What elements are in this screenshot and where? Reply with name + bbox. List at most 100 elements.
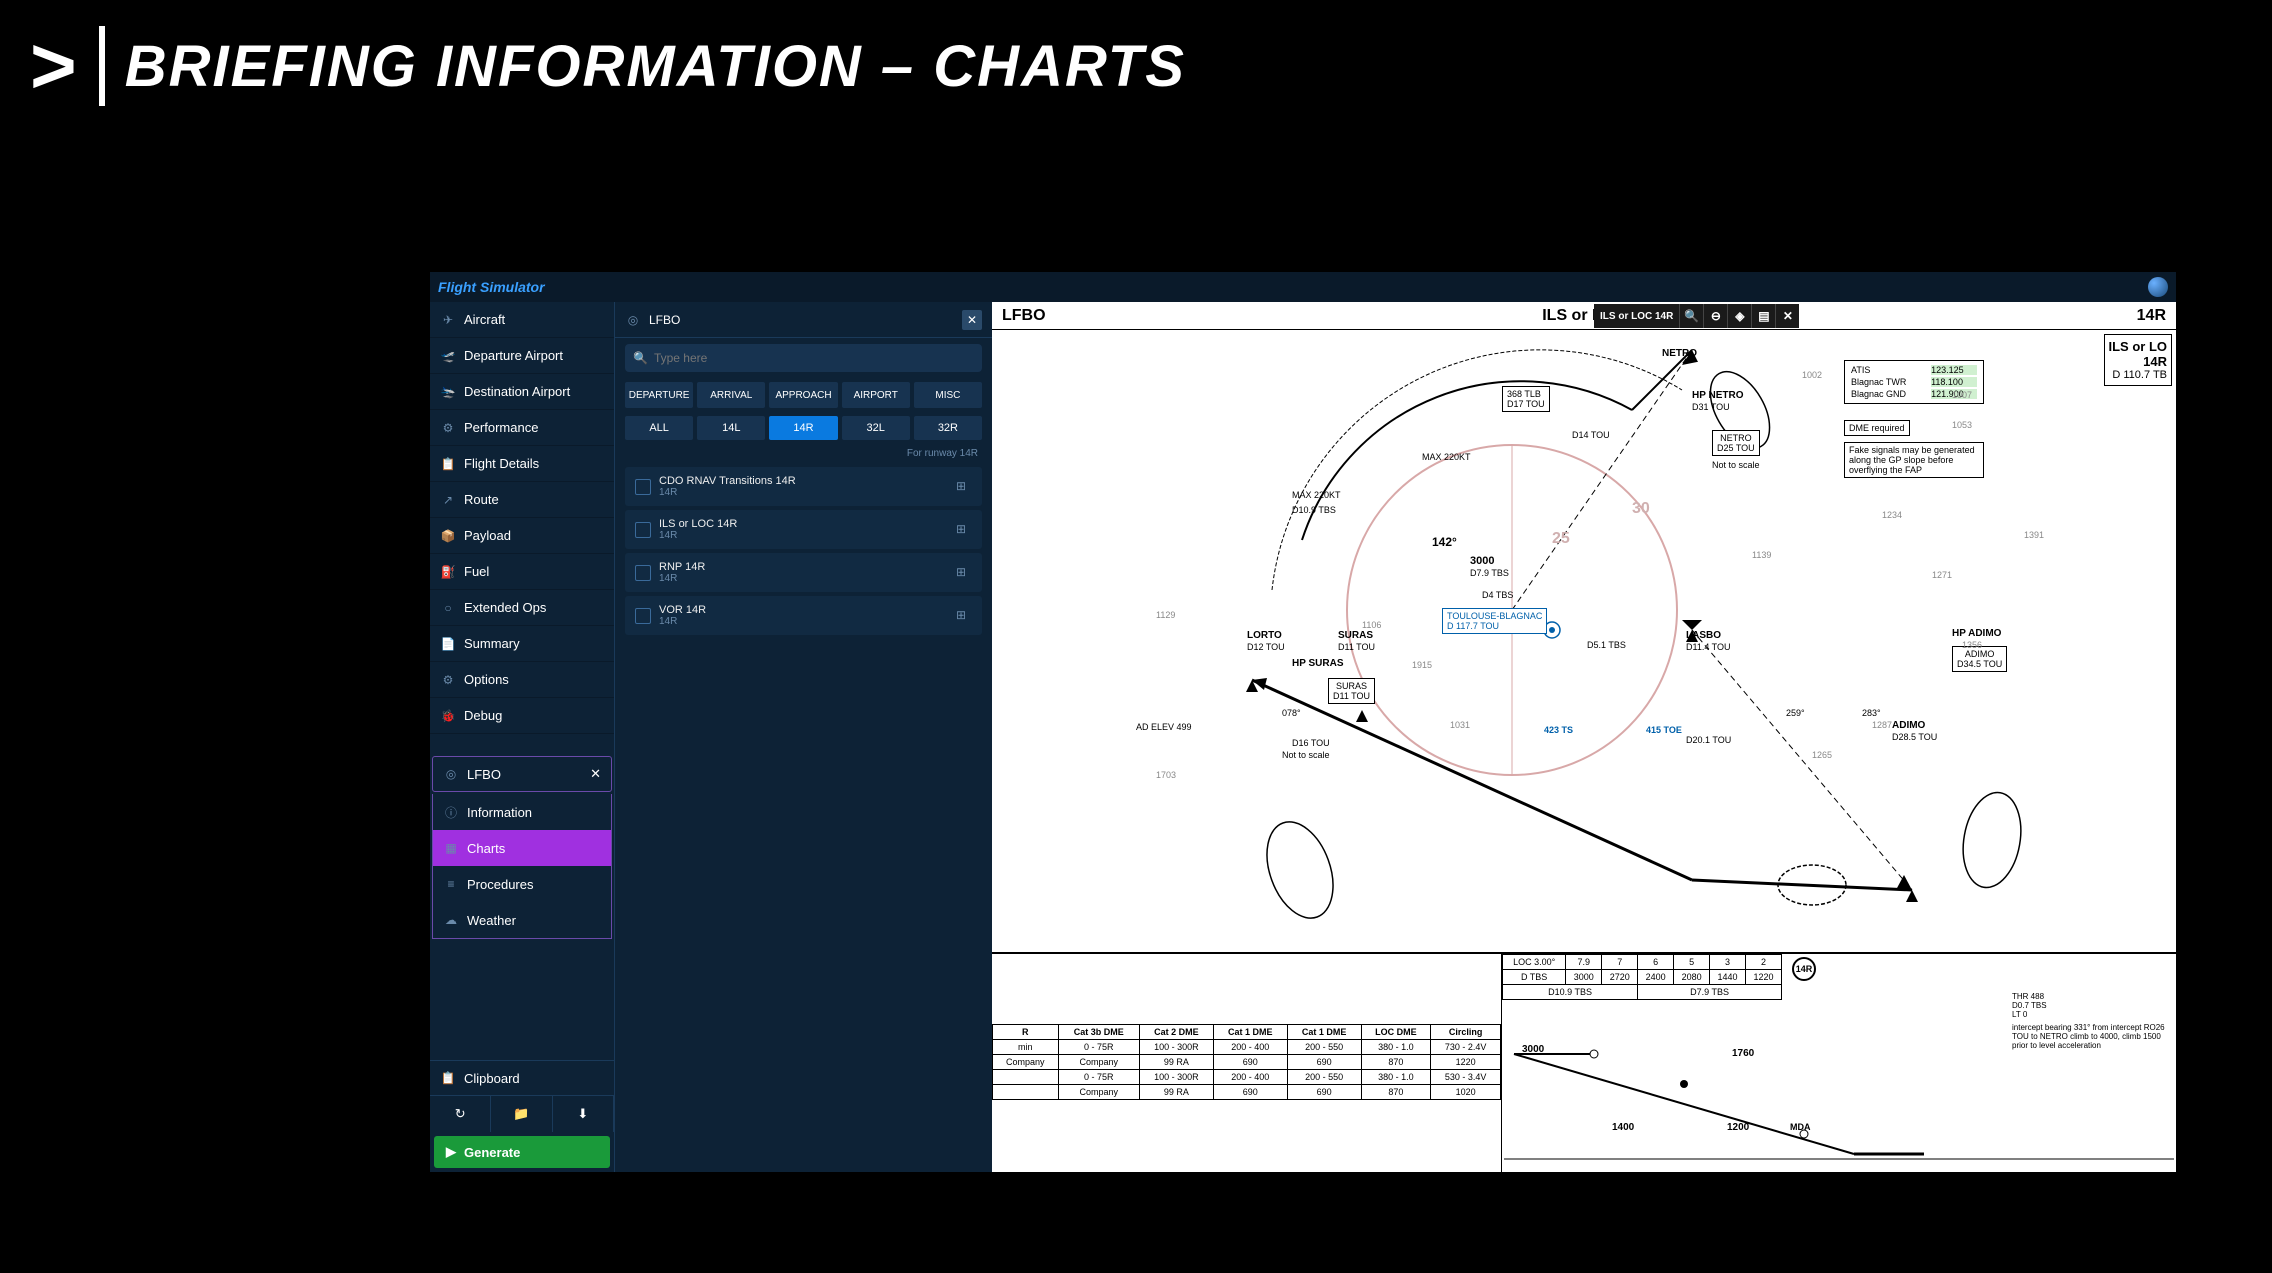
minima-cell: 380 - 1.0	[1361, 1070, 1431, 1085]
not-scale-1: Not to scale	[1712, 460, 1760, 470]
ad-elev: AD ELEV 499	[1136, 722, 1192, 732]
chart-canvas[interactable]: ILS or LO 14R D 110.7 TB ATIS123.125 Bla…	[992, 330, 2176, 1172]
runway-14r[interactable]: 14R	[769, 416, 837, 440]
runway-all[interactable]: ALL	[625, 416, 693, 440]
runway-32l[interactable]: 32L	[842, 416, 910, 440]
sidebar-icon: 🛫	[440, 348, 456, 364]
subpanel-item-procedures[interactable]: ≡Procedures	[433, 866, 611, 902]
runway-14l[interactable]: 14L	[697, 416, 765, 440]
tab-airport[interactable]: AIRPORT	[842, 382, 910, 408]
crs283: 283°	[1862, 708, 1881, 718]
rwy-badge: 14R	[1792, 957, 1816, 981]
profile-view: LOC 3.00° 7.9 7 6 5 3 2 D TBS 3000	[1502, 954, 2176, 1172]
close-icon[interactable]: ✕	[962, 310, 982, 330]
sidebar-item-label: Debug	[464, 708, 502, 723]
fit-button[interactable]: ◈	[1727, 304, 1751, 328]
d20: D20.1 TOU	[1686, 735, 1731, 745]
zoom-in-button[interactable]: 🔍	[1679, 304, 1703, 328]
expand-icon[interactable]: ⊞	[956, 479, 972, 495]
sidebar-item-fuel[interactable]: ⛽Fuel	[430, 554, 614, 590]
tab-arrival[interactable]: ARRIVAL	[697, 382, 765, 408]
sidebar-icon: ⛽	[440, 564, 456, 580]
terrain-elev: 1053	[1952, 420, 1972, 430]
zoom-out-button[interactable]: ⊖	[1703, 304, 1727, 328]
subpanel-icon: ☁	[443, 912, 459, 928]
subpanel-item-weather[interactable]: ☁Weather	[433, 902, 611, 938]
wp-hp-suras: HP SURAS	[1292, 658, 1344, 669]
generate-button[interactable]: ▶ Generate	[434, 1136, 610, 1168]
crs078: 078°	[1282, 708, 1301, 718]
subpanel-item-charts[interactable]: ▦Charts	[433, 830, 611, 866]
subpanel-header[interactable]: ◎ LFBO ✕	[432, 756, 612, 792]
prof-d0: D0.7 TBS	[2012, 1001, 2172, 1010]
globe-icon[interactable]	[2148, 277, 2168, 297]
runway-32r[interactable]: 32R	[914, 416, 982, 440]
sidebar-icon: ↗	[440, 492, 456, 508]
sidebar-item-options[interactable]: ⚙Options	[430, 662, 614, 698]
chart-item[interactable]: VOR 14R 14R ⊞	[625, 596, 982, 635]
sidebar-item-label: Performance	[464, 420, 538, 435]
subpanel-item-information[interactable]: ⓘInformation	[433, 794, 611, 830]
terrain-elev: 1129	[1156, 610, 1175, 620]
note-box: Fake signals may be generated along the …	[1844, 442, 1984, 478]
sidebar-item-aircraft[interactable]: ✈Aircraft	[430, 302, 614, 338]
close-chart-button[interactable]: ✕	[1775, 304, 1799, 328]
suras2-box: SURAS D11 TOU	[1328, 678, 1375, 704]
refresh-button[interactable]: ↻	[430, 1096, 491, 1132]
sidebar-item-departure-airport[interactable]: 🛫Departure Airport	[430, 338, 614, 374]
tab-approach[interactable]: APPROACH	[769, 382, 837, 408]
airport-code: LFBO	[649, 313, 680, 327]
dme-required-box: DME required	[1844, 420, 1910, 436]
sidebar-item-destination-airport[interactable]: 🛬Destination Airport	[430, 374, 614, 410]
sidebar-item-flight-details[interactable]: 📋Flight Details	[430, 446, 614, 482]
generate-label: Generate	[464, 1145, 520, 1160]
expand-icon[interactable]: ⊞	[956, 522, 972, 538]
tab-departure[interactable]: DEPARTURE	[625, 382, 693, 408]
minima-cell: 200 - 400	[1213, 1040, 1287, 1055]
chart-viewer: LFBO ILS or LOC ILS or LOC 14R 🔍 ⊖ ◈ ▤ ✕…	[992, 302, 2176, 1172]
sidebar-icon: ⚙	[440, 420, 456, 436]
terrain-elev: 1915	[1412, 660, 1432, 670]
download-button[interactable]: ⬇	[553, 1096, 614, 1132]
minima-cell: 1220	[1431, 1055, 1501, 1070]
search-input[interactable]	[654, 351, 974, 365]
sidebar-item-extended-ops[interactable]: ○Extended Ops	[430, 590, 614, 626]
sidebar-item-summary[interactable]: 📄Summary	[430, 626, 614, 662]
terrain-elev: 1391	[2024, 530, 2044, 540]
prof-mda: MDA	[1790, 1122, 1811, 1132]
sidebar-item-debug[interactable]: 🐞Debug	[430, 698, 614, 734]
search-icon: 🔍	[633, 351, 648, 365]
tab-misc[interactable]: MISC	[914, 382, 982, 408]
sidebar-item-performance[interactable]: ⚙ Performance	[430, 410, 614, 446]
chart-item-title: ILS or LOC 14R	[659, 518, 948, 530]
layers-button[interactable]: ▤	[1751, 304, 1775, 328]
netro2-box: NETRO D25 TOU	[1712, 430, 1760, 456]
clipboard-icon: 📋	[440, 1070, 456, 1086]
tlb-box: 368 TLB D17 TOU	[1502, 386, 1550, 412]
pin-icon[interactable]	[635, 608, 651, 624]
subpanel-icon: ▦	[443, 840, 459, 856]
chart-item-sub: 14R	[659, 573, 948, 584]
expand-icon[interactable]: ⊞	[956, 608, 972, 624]
prof-alt-1200: 1200	[1727, 1122, 1749, 1133]
sidebar-item-label: Aircraft	[464, 312, 505, 327]
folder-button[interactable]: 📁	[491, 1096, 552, 1132]
chart-item[interactable]: ILS or LOC 14R 14R ⊞	[625, 510, 982, 549]
sidebar-item-route[interactable]: ↗Route	[430, 482, 614, 518]
expand-icon[interactable]: ⊞	[956, 565, 972, 581]
close-icon[interactable]: ✕	[590, 766, 601, 782]
page-title: BRIEFING INFORMATION – CHARTS	[125, 33, 1186, 100]
search-box[interactable]: 🔍	[625, 344, 982, 372]
pin-icon[interactable]	[635, 522, 651, 538]
max220-1: MAX 220KT	[1422, 452, 1471, 462]
pin-icon[interactable]	[635, 565, 651, 581]
sidebar-item-payload[interactable]: 📦Payload	[430, 518, 614, 554]
minima-section: RCat 3b DMECat 2 DMECat 1 DMECat 1 DMELO…	[992, 952, 2176, 1172]
wp-lasbo-d: D11.4 TOU	[1686, 642, 1731, 652]
pin-icon[interactable]	[635, 479, 651, 495]
subpanel-item-label: Procedures	[467, 877, 533, 892]
sidebar-clipboard[interactable]: 📋 Clipboard	[430, 1060, 614, 1096]
chart-item[interactable]: CDO RNAV Transitions 14R 14R ⊞	[625, 467, 982, 506]
chart-item[interactable]: RNP 14R 14R ⊞	[625, 553, 982, 592]
wp-adimo: ADIMO	[1892, 720, 1925, 731]
